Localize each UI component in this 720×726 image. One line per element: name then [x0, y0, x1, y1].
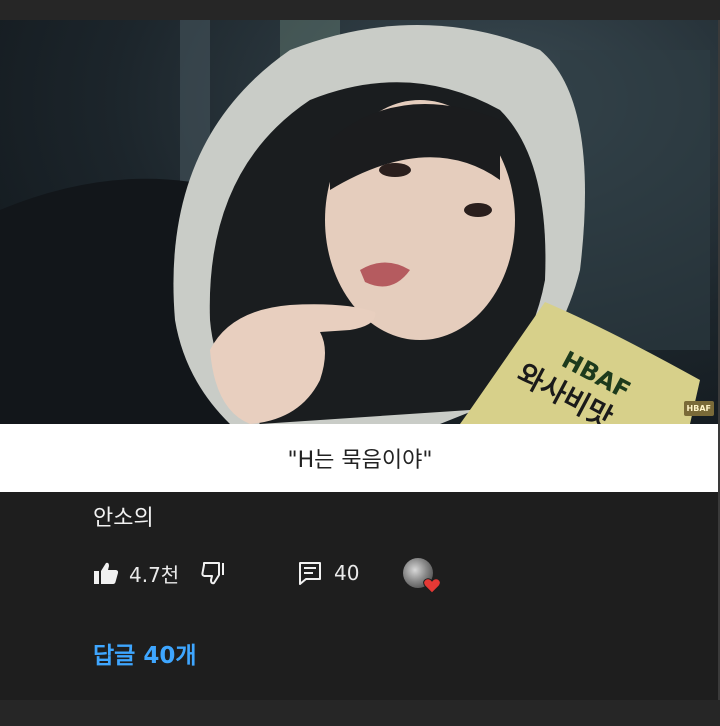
dislike-button[interactable]	[201, 556, 227, 590]
like-button[interactable]: 4.7천	[93, 556, 179, 590]
reply-button[interactable]: 40	[298, 556, 359, 590]
like-count: 4.7천	[129, 562, 180, 587]
comment-icon	[299, 562, 321, 585]
video-frame[interactable]: HBAF 와사비맛 HBAF	[0, 20, 720, 424]
comment-actions: 4.7천 40	[93, 556, 653, 594]
channel-watermark: HBAF	[683, 401, 714, 416]
video-caption: "H는 묵음이야"	[287, 448, 433, 473]
creator-heart-icon	[423, 578, 441, 594]
video-still: HBAF 와사비맛	[0, 20, 710, 424]
view-replies-link[interactable]: 답글 40개	[93, 636, 197, 670]
creator-heart	[403, 556, 441, 594]
caption-box: "H는 묵음이야"	[0, 424, 720, 492]
thumbs-up-icon	[94, 562, 119, 584]
creator-avatar	[403, 558, 441, 594]
reply-count: 40	[334, 561, 360, 585]
comment: 안소의 4.7천 40 답글 40개	[0, 492, 720, 700]
bottom-bar	[0, 700, 720, 726]
comment-text: 안소의	[93, 506, 154, 531]
top-bar	[0, 0, 720, 20]
thumbs-down-icon	[201, 562, 224, 585]
